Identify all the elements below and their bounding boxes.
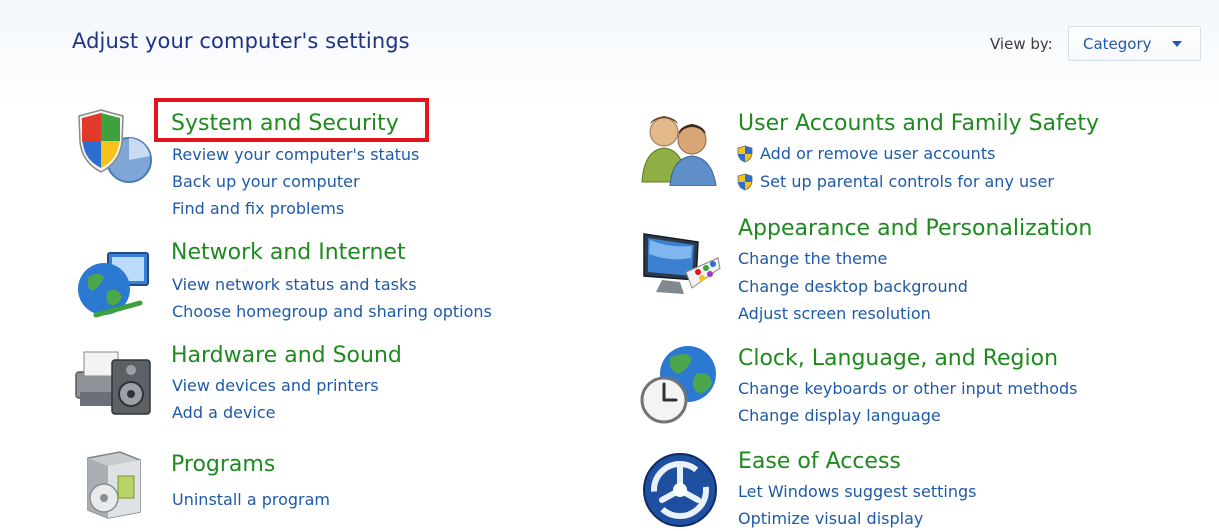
monitor-palette-icon[interactable] <box>640 228 722 300</box>
link-homegroup[interactable]: Choose homegroup and sharing options <box>172 302 492 322</box>
view-by-value: Category <box>1083 35 1152 53</box>
category-title-appearance[interactable]: Appearance and Personalization <box>738 216 1092 242</box>
ease-of-access-icon[interactable] <box>640 450 720 530</box>
link-add-device[interactable]: Add a device <box>172 403 276 423</box>
link-add-remove-accounts[interactable]: Add or remove user accounts <box>736 144 995 164</box>
category-title-ease-of-access[interactable]: Ease of Access <box>738 449 901 475</box>
link-screen-resolution[interactable]: Adjust screen resolution <box>738 304 931 324</box>
link-keyboards-input[interactable]: Change keyboards or other input methods <box>738 379 1078 399</box>
highlight-box <box>154 98 429 142</box>
page-title: Adjust your computer's settings <box>72 29 410 53</box>
uac-shield-icon <box>737 145 753 163</box>
category-title-clock-language-region[interactable]: Clock, Language, and Region <box>738 346 1058 372</box>
link-uninstall[interactable]: Uninstall a program <box>172 490 330 510</box>
dropdown-arrow-icon <box>1172 41 1182 47</box>
programs-box-icon[interactable] <box>78 446 152 520</box>
link-change-theme[interactable]: Change the theme <box>738 249 887 269</box>
header-background <box>0 0 1219 110</box>
globe-clock-icon[interactable] <box>640 344 722 426</box>
category-title-hardware-and-sound[interactable]: Hardware and Sound <box>171 343 402 369</box>
link-review-status[interactable]: Review your computer's status <box>172 145 419 165</box>
category-title-programs[interactable]: Programs <box>171 452 275 478</box>
link-devices-printers[interactable]: View devices and printers <box>172 376 379 396</box>
users-icon[interactable] <box>640 110 720 186</box>
link-network-status[interactable]: View network status and tasks <box>172 275 417 295</box>
view-by-dropdown[interactable]: Category <box>1068 26 1201 61</box>
link-parental-controls-label: Set up parental controls for any user <box>760 172 1054 191</box>
link-add-remove-accounts-label: Add or remove user accounts <box>760 144 996 163</box>
link-desktop-background[interactable]: Change desktop background <box>738 277 968 297</box>
link-parental-controls[interactable]: Set up parental controls for any user <box>736 172 1054 192</box>
uac-shield-icon <box>737 173 753 191</box>
shield-chart-icon[interactable] <box>74 108 154 188</box>
link-find-fix[interactable]: Find and fix problems <box>172 199 344 219</box>
globe-network-icon[interactable] <box>74 247 154 327</box>
view-by-label: View by: <box>990 35 1053 53</box>
link-back-up[interactable]: Back up your computer <box>172 172 360 192</box>
link-display-language[interactable]: Change display language <box>738 406 941 426</box>
category-title-user-accounts[interactable]: User Accounts and Family Safety <box>738 111 1099 137</box>
link-optimize-visual[interactable]: Optimize visual display <box>738 509 923 529</box>
link-windows-suggest[interactable]: Let Windows suggest settings <box>738 482 976 502</box>
category-title-network-and-internet[interactable]: Network and Internet <box>171 240 406 266</box>
printer-speaker-icon[interactable] <box>74 342 154 422</box>
